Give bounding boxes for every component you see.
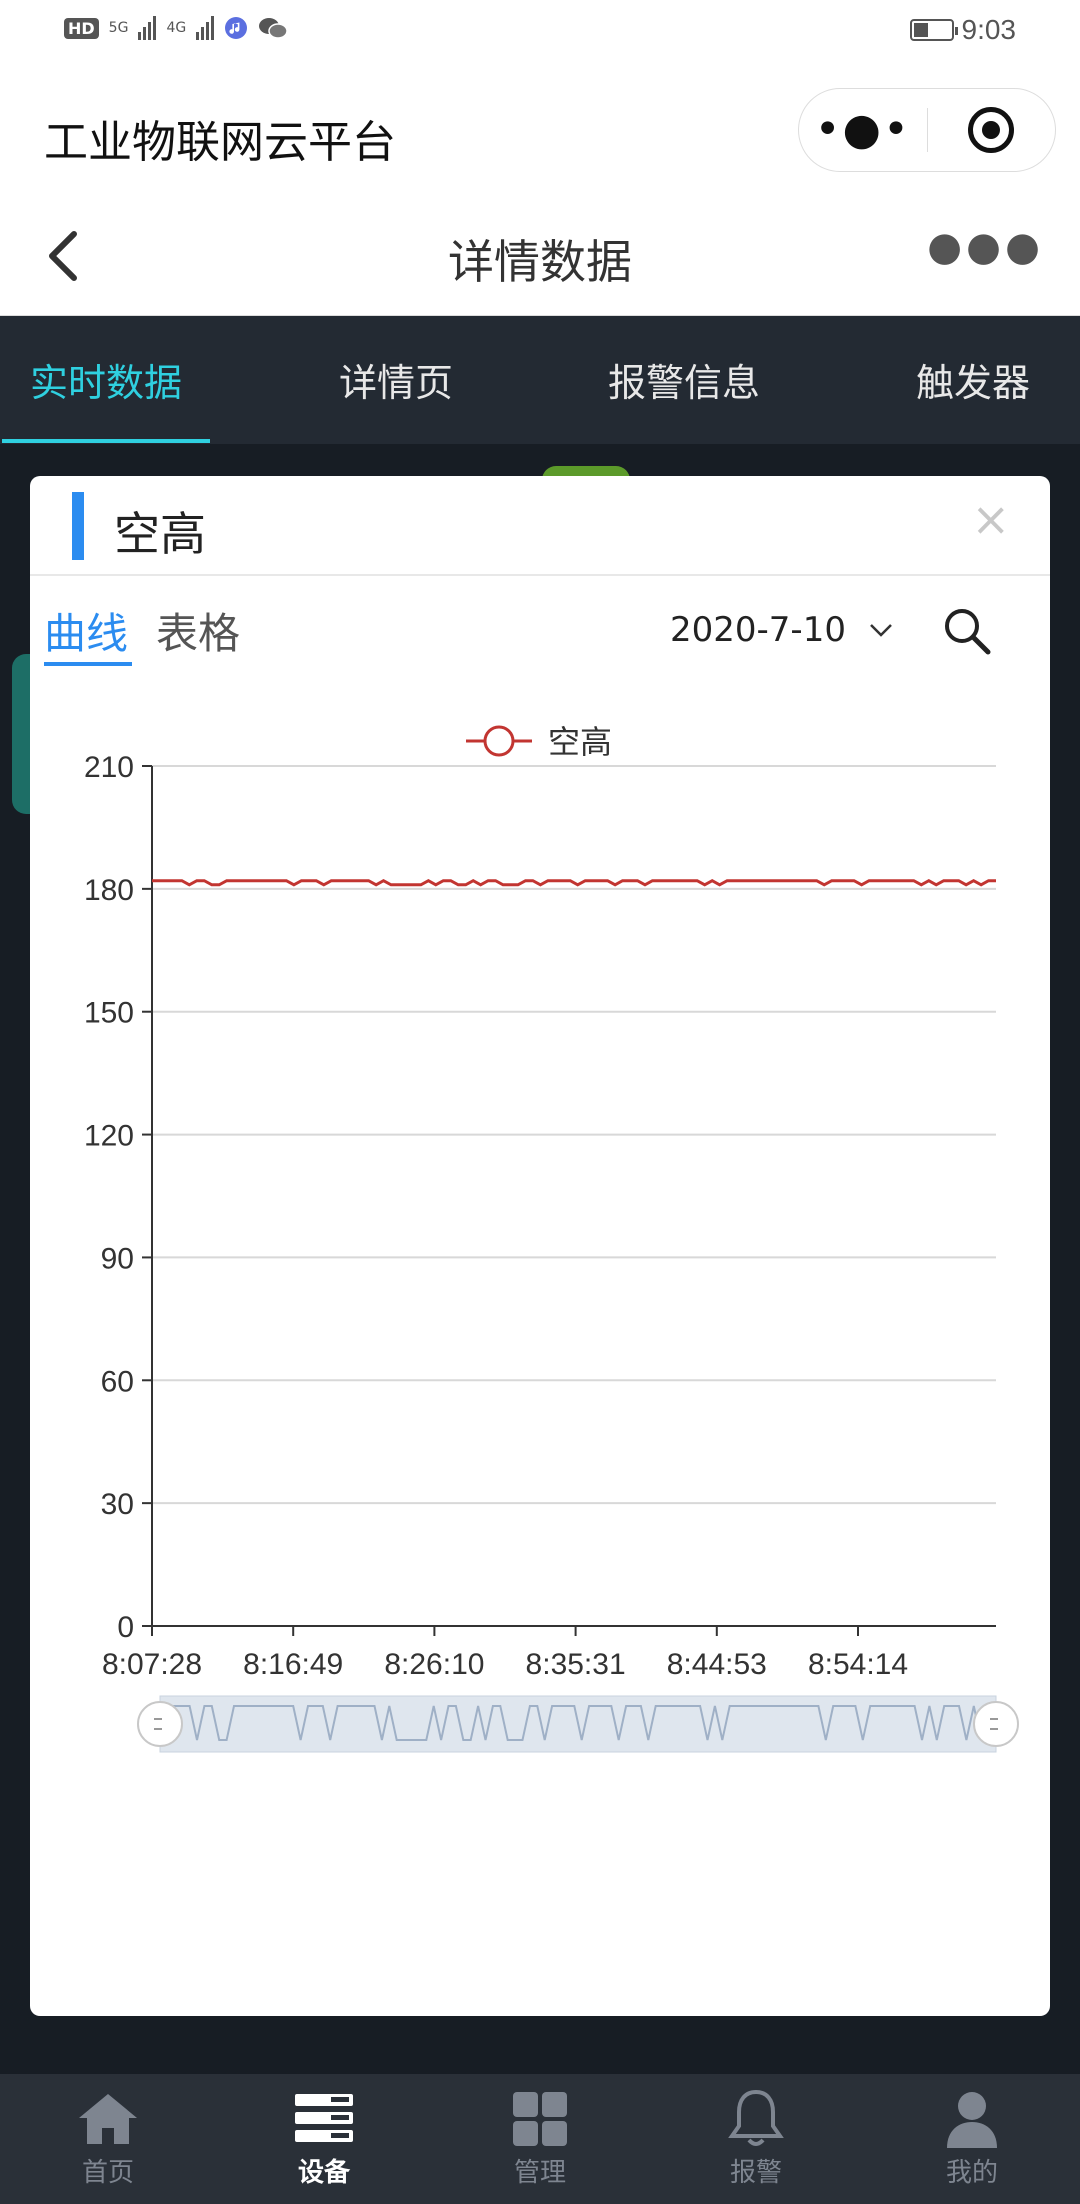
subtab-table[interactable]: 表格 (156, 600, 240, 661)
signal-4g-label: 4G (166, 20, 187, 36)
tab-alarm-info[interactable]: 报警信息 (608, 352, 760, 407)
signal-5g-label: 5G (108, 20, 129, 36)
nav-bar: 详情数据 ●●● (0, 196, 1080, 316)
status-bar: HD 5G 4G 9:03 (0, 0, 1080, 66)
series-line-kongao (152, 878, 996, 887)
legend-marker (483, 725, 515, 757)
bottom-nav-mine[interactable]: 我的 (864, 2074, 1080, 2204)
chart-svg: 空高 0 30 60 90 120 150 180 210 8:07:28 8:16:49 8:26:… (84, 724, 1019, 1753)
bottom-nav-label: 首页 (81, 2158, 134, 2188)
page-title: 详情数据 (448, 235, 632, 289)
date-picker[interactable]: 2020-7-10 (670, 610, 894, 650)
home-icon (79, 2094, 137, 2144)
signal-bars-icon (138, 16, 157, 40)
x-tick-label: 8:26:10 (384, 1648, 484, 1681)
y-tick-label: 90 (101, 1242, 134, 1275)
x-tick-label: 8:07:28 (102, 1648, 202, 1681)
tab-bar: 实时数据 详情页 报警信息 触发器 (0, 316, 1080, 444)
line-chart: 空高 0 30 60 90 120 150 180 210 8:07:28 8:16:49 8:26:… (30, 696, 1050, 1816)
title-accent-bar (72, 492, 84, 560)
tab-trigger[interactable]: 触发器 (916, 352, 1030, 407)
bottom-nav: 首页 设备 管理 报警 我的 (0, 2074, 1080, 2204)
wechat-icon (259, 18, 288, 39)
music-app-icon (225, 17, 248, 39)
y-tick-label: 150 (84, 997, 134, 1030)
bottom-nav-manage[interactable]: 管理 (432, 2074, 648, 2204)
hd-badge: HD (64, 17, 99, 39)
x-tick-label: 8:35:31 (526, 1648, 626, 1681)
close-icon[interactable]: × (971, 494, 1010, 544)
bell-icon (728, 2089, 784, 2146)
bottom-nav-device[interactable]: 设备 (216, 2074, 432, 2204)
subtab-curve[interactable]: 曲线 (44, 600, 128, 661)
tab-details[interactable]: 详情页 (339, 352, 453, 407)
datazoom-handle-right (973, 1701, 1019, 1747)
target-circle-icon (968, 107, 1015, 153)
user-icon (947, 2092, 997, 2148)
y-tick-label: 210 (84, 751, 134, 784)
active-tab-indicator (2, 439, 210, 443)
bottom-nav-label: 我的 (945, 2158, 998, 2188)
x-tick-label: 8:44:53 (667, 1648, 767, 1681)
status-right: 9:03 (909, 14, 1017, 46)
y-tick-label: 0 (117, 1611, 134, 1644)
signal-bars-icon (196, 16, 215, 40)
tab-realtime-data[interactable]: 实时数据 (30, 352, 182, 407)
bottom-nav-alarm[interactable]: 报警 (648, 2074, 864, 2204)
bottom-nav-label: 管理 (513, 2158, 566, 2188)
close-miniprogram-button[interactable] (928, 107, 1056, 153)
datazoom-handle-left (137, 1701, 183, 1747)
chart-modal: 空高 × 曲线 表格 2020-7-10 空高 0 30 60 90 120 150 180 2… (30, 476, 1050, 2016)
x-tick-label: 8:16:49 (243, 1648, 343, 1681)
app-header: 工业物联网云平台 •●• (0, 66, 1080, 196)
more-dots-icon[interactable]: •●• (799, 100, 927, 160)
mini-program-capsule: •●• (798, 88, 1056, 172)
x-tick-label: 8:54:14 (808, 1648, 908, 1681)
search-icon[interactable] (940, 604, 994, 658)
bottom-nav-label: 设备 (297, 2158, 350, 2188)
y-tick-label: 120 (84, 1120, 134, 1153)
legend-label: 空高 (548, 724, 612, 760)
app-title: 工业物联网云平台 (44, 117, 396, 168)
battery-icon (909, 19, 958, 41)
modal-title: 空高 (114, 507, 206, 561)
y-tick-label: 180 (84, 874, 134, 907)
status-left: HD 5G 4G (64, 16, 288, 40)
view-switcher: 曲线 表格 2020-7-10 (30, 600, 1050, 670)
chevron-down-icon (870, 624, 892, 637)
modal-header: 空高 × (30, 476, 1050, 576)
bottom-nav-label: 报警 (729, 2158, 782, 2188)
device-list-icon (295, 2094, 353, 2142)
subtab-indicator (44, 662, 132, 666)
date-value: 2020-7-10 (670, 610, 846, 650)
y-tick-label: 60 (101, 1365, 134, 1398)
bottom-nav-home[interactable]: 首页 (0, 2074, 216, 2204)
y-tick-label: 30 (101, 1488, 134, 1521)
status-time: 9:03 (961, 14, 1017, 45)
grid-icon (513, 2092, 567, 2146)
ellipsis-icon[interactable]: ●●● (927, 224, 1044, 270)
